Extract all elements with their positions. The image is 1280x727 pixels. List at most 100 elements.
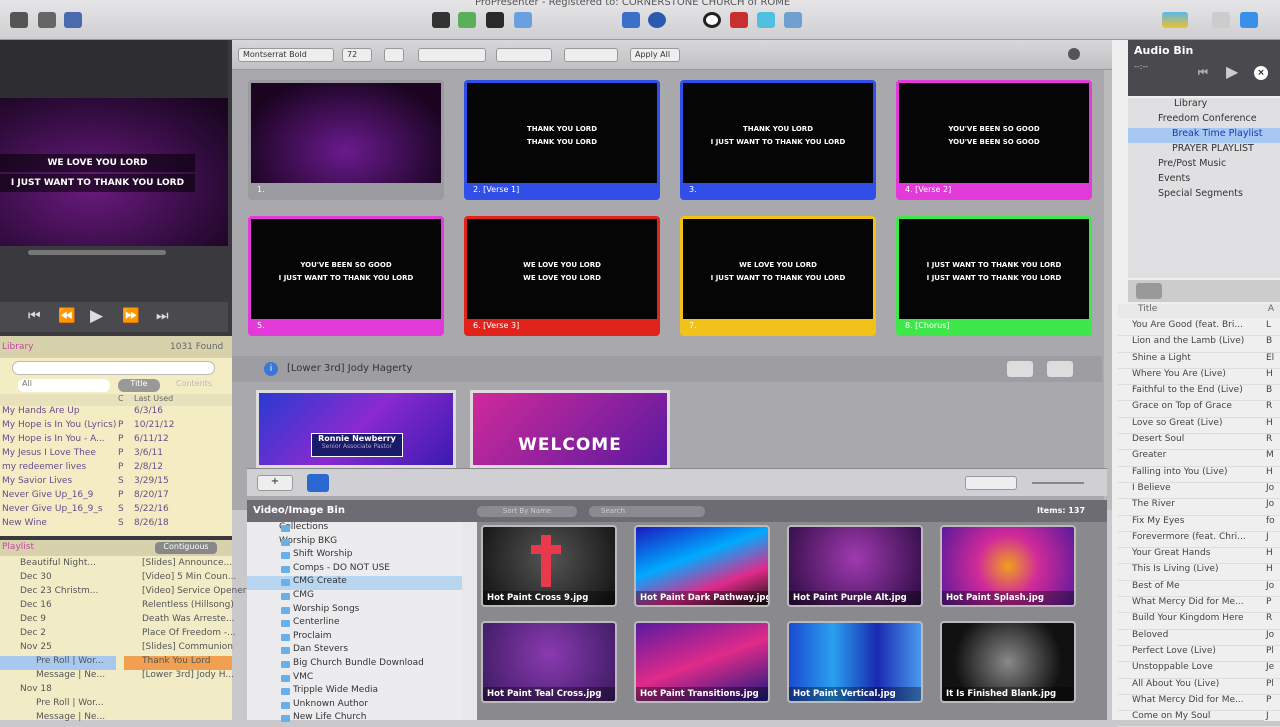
slide-thumbnail[interactable]: YOU'VE BEEN SO GOOD YOU'VE BEEN SO GOOD 4.… [896, 80, 1092, 200]
media-thumbnail[interactable]: Hot Paint Teal Cross.jpg [481, 621, 617, 703]
record-icon[interactable] [703, 12, 721, 28]
library-row[interactable]: My Hope is In You (Lyrics) P 10/21/12 [0, 420, 232, 434]
preview-scrubber[interactable] [28, 250, 166, 255]
song-row[interactable]: You Are Good (feat. Bri... L [1118, 320, 1280, 337]
song-row[interactable]: All About You (Live) Pl [1118, 678, 1280, 695]
slide-thumbnail[interactable]: THANK YOU LORD THANK YOU LORD 2. [Verse 1] [464, 80, 660, 200]
lower-third-tile[interactable]: Ronnie Newberry Senior Associate Pastor [256, 390, 456, 468]
audio-folder[interactable]: Special Segments [1128, 188, 1280, 203]
volume-icon[interactable] [1212, 12, 1230, 28]
song-row[interactable]: Your Great Hands H [1118, 548, 1280, 565]
media-thumbnail[interactable]: Hot Paint Vertical.jpg [787, 621, 923, 703]
group-header[interactable]: i [Lower 3rd] Jody Hagerty [232, 356, 1102, 382]
arrangement-icon[interactable] [1007, 361, 1033, 377]
bin-folder[interactable]: Tripple Wide Media [247, 685, 462, 699]
playlist-item[interactable]: Dec 9 [0, 614, 116, 628]
song-row[interactable]: Desert Soul R [1118, 434, 1280, 451]
playlist-item[interactable]: Nov 25 [0, 642, 116, 656]
song-row[interactable]: What Mercy Did for Me... P [1118, 694, 1280, 712]
slide-thumbnail[interactable]: WE LOVE YOU LORD WE LOVE YOU LORD 6. [Vers… [464, 216, 660, 336]
playlist-document[interactable]: Relentless (Hillsong) [124, 600, 234, 614]
library-contents-toggle[interactable]: Contents [176, 379, 212, 388]
add-icon[interactable]: + [257, 475, 293, 491]
slide-thumbnail[interactable]: THANK YOU LORD I JUST WANT TO THANK YOU L… [680, 80, 876, 200]
playlist-document[interactable]: [Video] 5 Min Coun... [124, 572, 236, 586]
audio-folder[interactable]: Freedom Conference [1128, 113, 1280, 128]
bin-folder[interactable]: Unknown Author [247, 699, 462, 713]
playlist-document[interactable]: [Video] Service Opener [124, 586, 247, 600]
col-song-title[interactable]: Title [1138, 304, 1157, 314]
song-row[interactable]: I Believe Jo [1118, 482, 1280, 500]
clock-icon[interactable] [1068, 48, 1080, 60]
media-thumbnail[interactable]: Hot Paint Transitions.jpg [634, 621, 770, 703]
slide-thumbnail[interactable]: I JUST WANT TO THANK YOU LORD I JUST WANT… [896, 216, 1092, 336]
bin-folder[interactable]: Big Church Bundle Download [247, 658, 462, 672]
library-row[interactable]: Never Give Up_16_9_s S 5/22/16 [0, 504, 232, 518]
edit-icon[interactable] [432, 12, 450, 28]
media-thumbnail[interactable]: Hot Paint Splash.jpg [940, 525, 1076, 607]
song-row[interactable]: Where You Are (Live) H [1118, 368, 1280, 386]
playlist-document[interactable]: Death Was Arreste... [124, 614, 235, 628]
slide-thumbnail[interactable]: WE LOVE YOU LORD I JUST WANT TO THANK YOU… [680, 216, 876, 336]
song-row[interactable]: Come on My Soul J [1118, 711, 1280, 727]
bin-folder[interactable]: Worship BKG [247, 536, 462, 550]
song-row[interactable]: Build Your Kingdom Here R [1118, 613, 1280, 630]
library-title-toggle[interactable]: Title [118, 379, 160, 392]
playlist-item[interactable]: Pre Roll | Wor... [0, 656, 116, 670]
playlist-item[interactable]: Beautiful Night... [0, 558, 116, 572]
skip-back-icon[interactable]: ⏮ [28, 308, 41, 324]
audio-play-icon[interactable]: ▶ [1226, 62, 1238, 81]
playlist-item[interactable]: Message | Ne... [0, 712, 116, 726]
user-icon[interactable] [64, 12, 82, 28]
monitor-icon[interactable] [10, 12, 28, 28]
song-row[interactable]: Lion and the Lamb (Live) B [1118, 336, 1280, 353]
song-row[interactable]: Love so Great (Live) H [1118, 417, 1280, 435]
media-thumbnail[interactable]: Hot Paint Cross 9.jpg [481, 525, 617, 607]
style-buttons[interactable] [564, 48, 618, 62]
rewind-icon[interactable]: ⏪ [58, 308, 75, 324]
color-swatch[interactable] [384, 48, 404, 62]
slide-thumbnail[interactable]: YOU'VE BEEN SO GOOD I JUST WANT TO THANK … [248, 216, 444, 336]
apply-all-button[interactable]: Apply All [630, 48, 680, 62]
playlist-item[interactable]: Dec 23 Christm... [0, 586, 116, 600]
playlist-document[interactable]: [Slides] Communion [124, 642, 233, 656]
playlist-document[interactable]: [Lower 3rd] Jody H... [124, 670, 234, 684]
audio-prev-icon[interactable]: ⏮ [1198, 66, 1208, 80]
disable-icon[interactable] [1047, 361, 1073, 377]
tools-icon[interactable] [38, 12, 56, 28]
bin-folder[interactable]: Worship Songs [247, 604, 462, 618]
align-buttons[interactable] [418, 48, 486, 62]
playlist-item[interactable]: Message | Ne... [0, 670, 116, 684]
col-last-used[interactable]: Last Used [134, 394, 173, 403]
audio-folder[interactable]: Library [1128, 98, 1280, 113]
song-row[interactable]: Falling into You (Live) H [1118, 466, 1280, 483]
camera-icon[interactable] [730, 12, 748, 28]
gear-icon[interactable] [1136, 283, 1162, 299]
welcome-tile[interactable]: WELCOME [470, 390, 670, 468]
song-row[interactable]: Beloved Jo [1118, 629, 1280, 646]
bin-folder[interactable]: Proclaim [247, 631, 462, 645]
playlist-document[interactable]: Thank You Lord [124, 656, 232, 670]
slide-scrollbar[interactable] [1104, 70, 1112, 510]
contiguous-toggle[interactable]: Contiguous [155, 542, 217, 554]
bin-folder[interactable]: CMG [247, 590, 462, 604]
chat-icon[interactable] [757, 12, 775, 28]
forward-icon[interactable]: ⏩ [122, 308, 139, 324]
font-select[interactable]: Montserrat Bold [238, 48, 334, 62]
bin-folder[interactable]: Shift Worship [247, 549, 462, 563]
photos-icon[interactable] [784, 12, 802, 28]
song-row[interactable]: Unstoppable Love Je [1118, 662, 1280, 679]
audio-folder[interactable]: Events [1128, 173, 1280, 188]
bin-folder[interactable]: Dan Stevers [247, 644, 462, 658]
playlist-document[interactable]: [Slides] Announce... [124, 558, 232, 572]
media-thumbnail[interactable]: Hot Paint Purple Alt.jpg [787, 525, 923, 607]
playlist-document[interactable]: Place Of Freedom -... [124, 628, 236, 642]
song-row[interactable]: Perfect Love (Live) Pl [1118, 645, 1280, 663]
bin-icon[interactable] [307, 474, 329, 492]
song-row[interactable]: Fix My Eyes fo [1118, 515, 1280, 532]
bin-folder[interactable]: Comps - DO NOT USE [247, 563, 462, 577]
playlist-item[interactable]: Nov 18 [0, 684, 116, 698]
library-search-input[interactable] [12, 361, 215, 375]
bin-folder[interactable]: New Life Church [247, 712, 462, 726]
library-row[interactable]: My Savior Lives S 3/29/15 [0, 476, 232, 490]
